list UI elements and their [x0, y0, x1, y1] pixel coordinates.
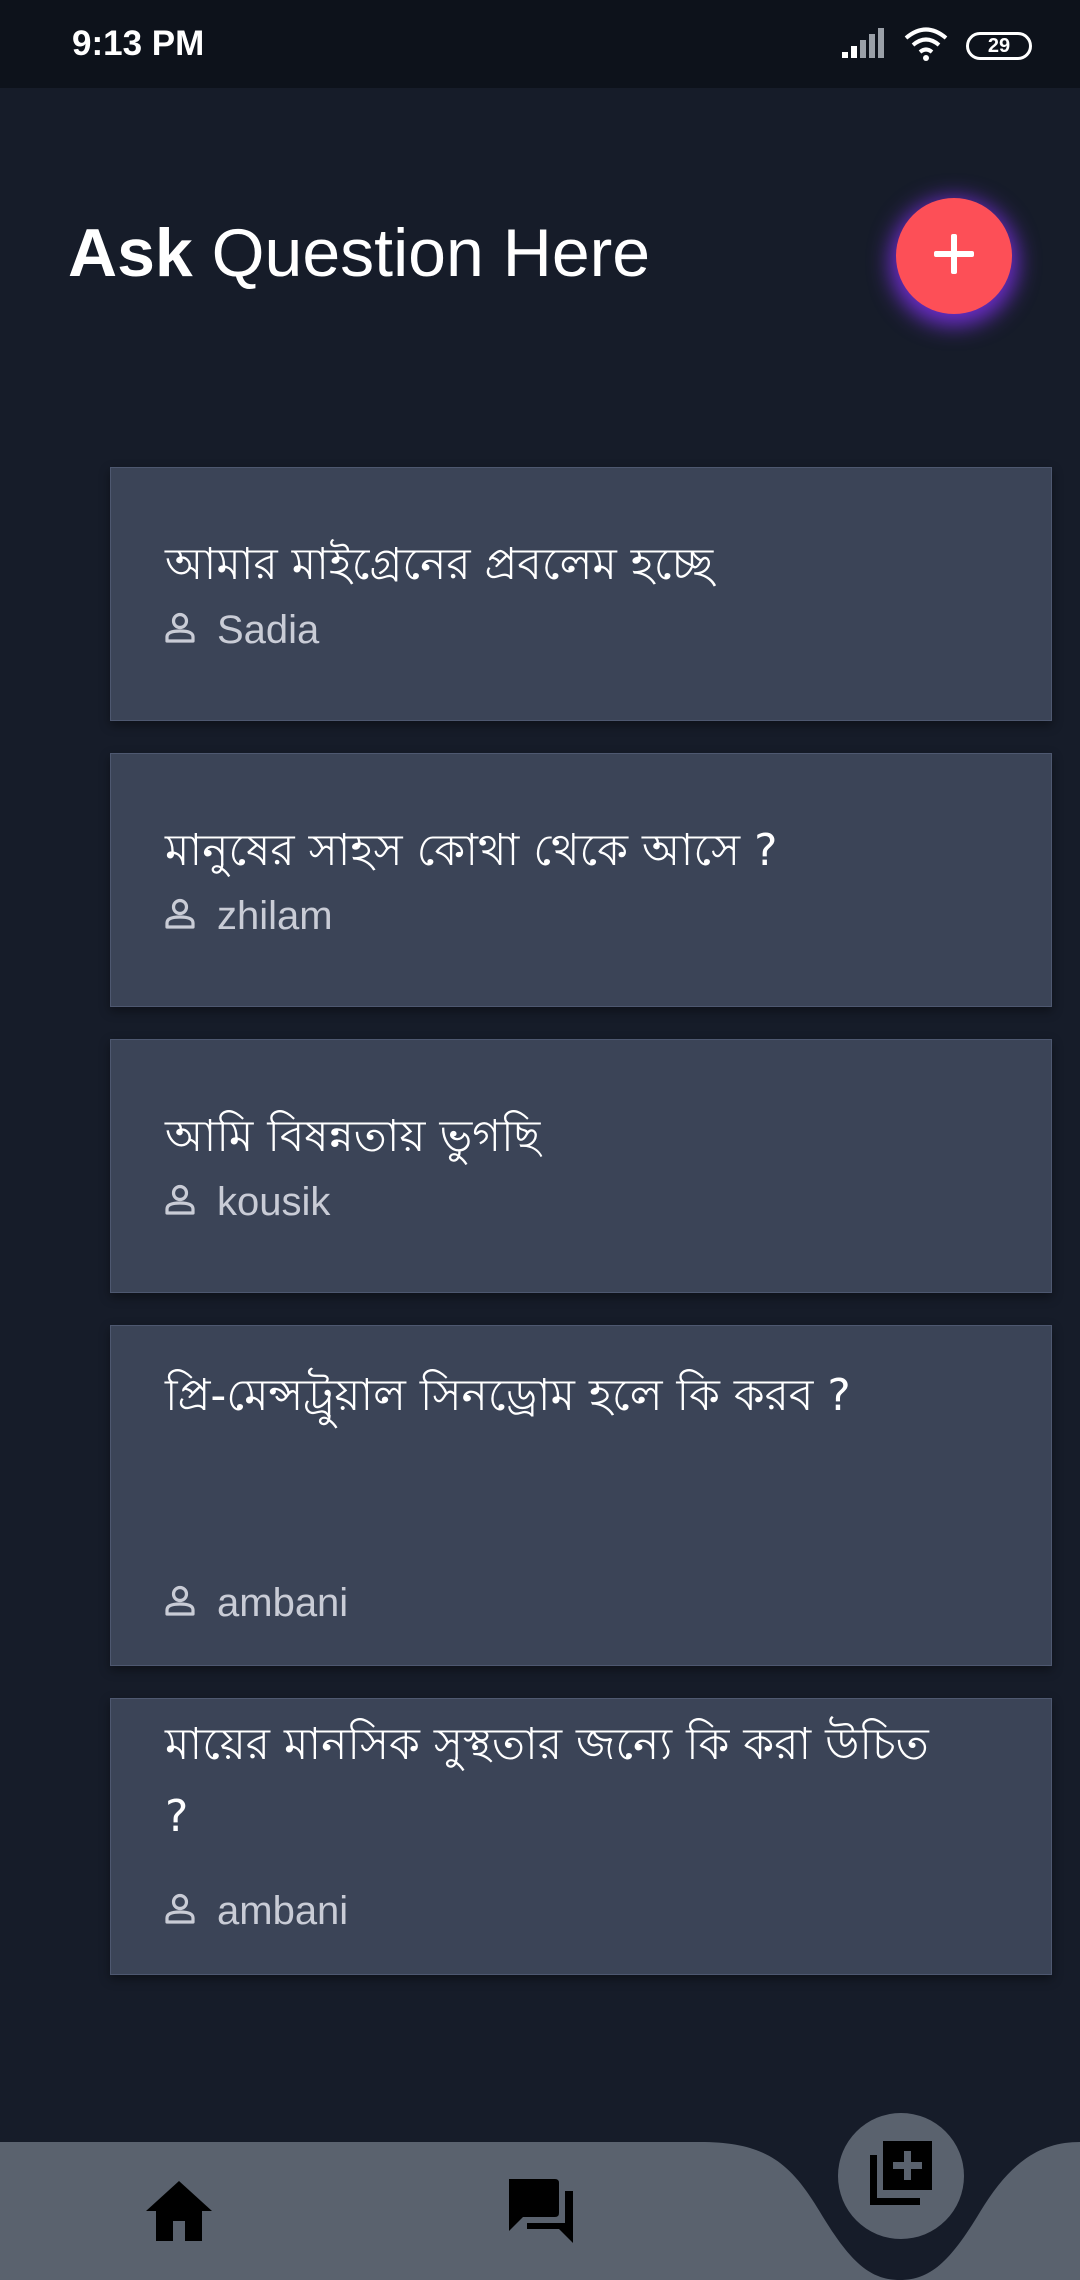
- author-name: ambani: [217, 1888, 349, 1933]
- author-name: kousik: [217, 1179, 331, 1224]
- screen: 9:13 PM 29 Ask Question Here আমার মাইগ্র…: [0, 0, 1080, 2280]
- question-author: kousik: [165, 1178, 330, 1226]
- person-outline-icon: [165, 898, 195, 934]
- person-outline-icon: [165, 1585, 195, 1621]
- question-author: zhilam: [165, 892, 333, 940]
- page-title-light: Question Here: [211, 215, 651, 291]
- question-author: ambani: [165, 1887, 348, 1935]
- question-text: আমি বিষন্নতায় ভুগছি: [165, 1111, 541, 1162]
- person-outline-icon: [165, 612, 195, 648]
- author-name: ambani: [217, 1580, 349, 1625]
- author-name: Sadia: [217, 607, 320, 652]
- status-bar: 9:13 PM 29: [0, 0, 1080, 88]
- question-card[interactable]: মায়ের মানসিক সুস্থতার জন্যে কি করা উচিত…: [110, 1698, 1052, 1975]
- plus-icon: [932, 232, 976, 280]
- nav-add-queue-button[interactable]: [838, 2113, 964, 2239]
- nav-home[interactable]: [126, 2168, 232, 2258]
- add-to-queue-icon: [866, 2139, 936, 2213]
- forum-icon: [505, 2177, 577, 2249]
- person-outline-icon: [165, 1184, 195, 1220]
- question-card[interactable]: আমি বিষন্নতায় ভুগছি kousik: [110, 1039, 1052, 1293]
- author-name: zhilam: [217, 893, 333, 938]
- person-outline-icon: [165, 1893, 195, 1929]
- status-time: 9:13 PM: [72, 24, 205, 63]
- battery-icon: 29: [966, 32, 1032, 60]
- page-title-bold: Ask: [68, 215, 193, 291]
- nav-questions[interactable]: [488, 2168, 594, 2258]
- question-card[interactable]: আমার মাইগ্রেনের প্রবলেম হচ্ছে Sadia: [110, 467, 1052, 721]
- page-title: Ask Question Here: [68, 214, 650, 292]
- question-card[interactable]: মানুষের সাহস কোথা থেকে আসে ? zhilam: [110, 753, 1052, 1007]
- question-text: মানুষের সাহস কোথা থেকে আসে ?: [165, 825, 778, 876]
- question-text: প্রি-মেন্সট্রুয়াল সিনড্রোম হলে কি করব ?: [165, 1370, 851, 1421]
- add-question-button[interactable]: [896, 198, 1012, 314]
- wifi-icon: [904, 27, 948, 65]
- question-text: মায়ের মানসিক সুস্থতার জন্যে কি করা উচিত…: [165, 1719, 929, 1842]
- home-icon: [144, 2179, 214, 2247]
- status-icons: 29: [842, 26, 1032, 66]
- question-author: Sadia: [165, 606, 319, 654]
- question-author: ambani: [165, 1579, 348, 1627]
- signal-icon: [842, 28, 886, 64]
- question-text: আমার মাইগ্রেনের প্রবলেম হচ্ছে: [165, 539, 714, 590]
- battery-level: 29: [987, 34, 1011, 57]
- question-card[interactable]: প্রি-মেন্সট্রুয়াল সিনড্রোম হলে কি করব ?…: [110, 1325, 1052, 1666]
